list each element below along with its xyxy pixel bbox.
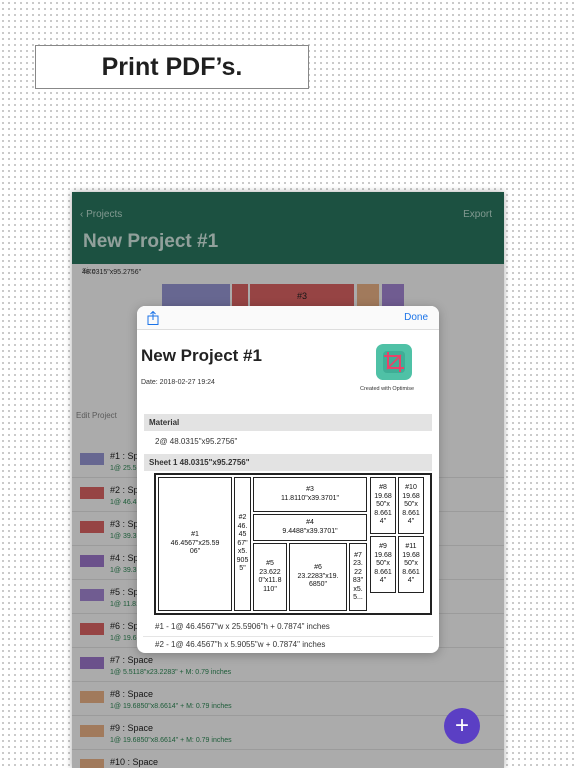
piece-4: #4 9.4488"x39.3701" [253,514,367,541]
banner: Print PDF’s. [35,45,309,89]
piece-3: #3 11.8110"x39.3701" [253,477,367,512]
sheet-header: Sheet 1 48.0315"x95.2756" [144,454,432,471]
banner-text: Print PDF’s. [101,52,243,81]
piece-2: #2 46. 45 67" x5. 905 5" [234,477,251,611]
piece-9: #9 19.68 50"x 8.661 4" [370,536,396,593]
crop-icon [383,351,405,373]
piece-8: #8 19.68 50"x 8.661 4" [370,477,396,534]
add-part-button[interactable]: + [444,708,480,744]
cutting-layout: #1 46.4567"x25.59 06" #2 46. 45 67" x5. 905 5" #… [154,473,432,615]
piece-1: #1 46.4567"x25.59 06" [158,477,232,611]
print-preview-sheet: Done New Project #1 Date: 2018-02-27 19:… [137,306,439,653]
done-button[interactable]: Done [404,312,428,323]
document-date: Date: 2018-02-27 19:24 [141,379,215,386]
cut-line-1: #1 - 1@ 46.4567"w x 25.5906"h + 0.7874" … [155,622,330,631]
piece-11: #11 19.68 50"x 8.661 4" [398,536,424,593]
piece-10: #10 19.68 50"x 8.661 4" [398,477,424,534]
share-icon[interactable] [146,311,160,325]
cut-line-2: #2 - 1@ 46.4567"h x 5.9055"w + 0.7874" i… [155,640,326,649]
piece-7: #7 23. 22 83" x5. 5... [349,543,367,611]
divider [143,636,433,637]
piece-6: #6 23.2283"x19. 6850" [289,543,347,611]
logo-caption: Created with Optimise [360,386,415,392]
app-logo-icon [376,344,412,380]
material-header: Material [144,414,432,431]
document-title: New Project #1 [141,346,262,365]
material-line: 2@ 48.0315"x95.2756" [155,437,238,446]
piece-5: #5 23.622 0"x11.8 110" [253,543,287,611]
sheet-toolbar: Done [137,306,439,330]
